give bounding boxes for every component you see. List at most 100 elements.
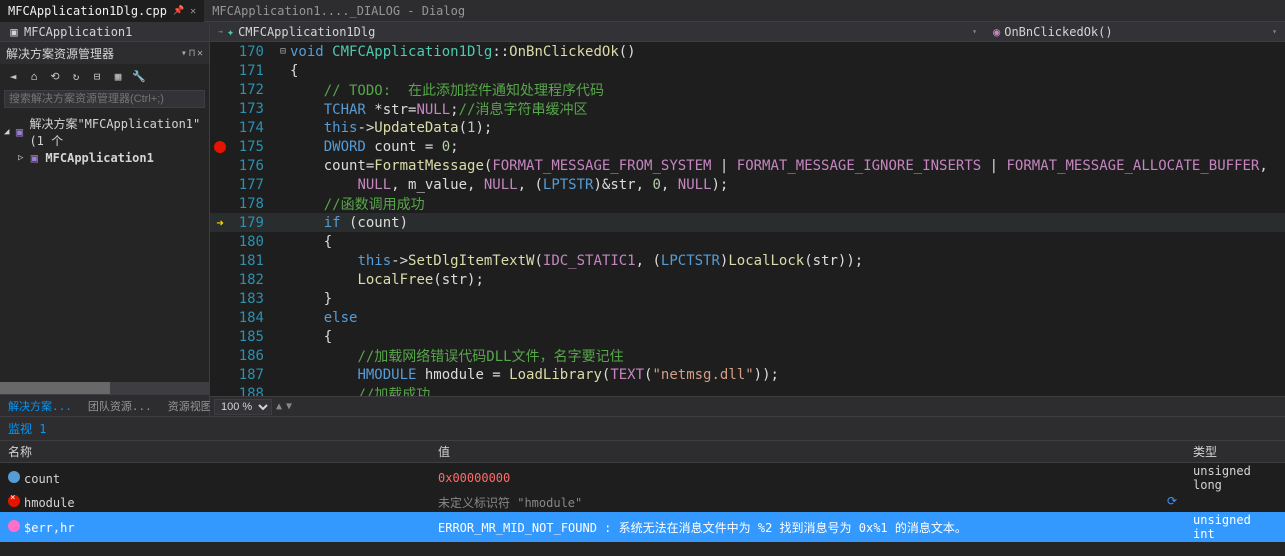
breakpoint-gutter[interactable] — [210, 141, 230, 153]
nav-function[interactable]: ◉ OnBnClickedOk() ▾ — [985, 25, 1285, 39]
zoom-select[interactable]: 100 % — [214, 399, 272, 415]
watch-row[interactable]: hmodule未定义标识符 "hmodule"⟳ — [0, 493, 1285, 512]
line-number: 170 — [230, 44, 270, 60]
code-text[interactable]: DWORD count = 0; — [290, 139, 1285, 155]
fold-toggle[interactable]: ⊟ — [276, 46, 290, 57]
code-text[interactable]: HMODULE hmodule = LoadLibrary(TEXT("netm… — [290, 367, 1285, 383]
line-number: 183 — [230, 291, 270, 307]
solution-icon: ▣ — [13, 125, 25, 139]
code-text[interactable]: this->UpdateData(1); — [290, 120, 1285, 136]
nav-up-icon[interactable]: ▲ — [276, 401, 282, 412]
tab-dialog-designer[interactable]: MFCApplication1...._DIALOG - Dialog — [204, 0, 473, 22]
refresh-icon[interactable]: ⟳ — [1167, 519, 1177, 533]
code-text[interactable]: if (count) — [290, 215, 1285, 231]
current-line-icon: ➜ — [216, 216, 223, 230]
chevron-down-icon[interactable]: ▾ — [972, 27, 977, 36]
code-line[interactable]: 181 this->SetDlgItemTextW(IDC_STATIC1, (… — [210, 251, 1285, 270]
code-text[interactable]: { — [290, 329, 1285, 345]
line-number: 175 — [230, 139, 270, 155]
collapse-button[interactable]: ⊟ — [88, 67, 106, 85]
close-icon[interactable]: ✕ — [197, 48, 203, 59]
solution-node[interactable]: ◢ ▣ 解决方案"MFCApplication1"(1 个 — [0, 114, 209, 150]
chevron-down-icon[interactable]: ▾ — [1272, 27, 1277, 36]
code-text[interactable]: else — [290, 310, 1285, 326]
line-number: 188 — [230, 386, 270, 397]
toolbar: ◄ ⌂ ⟲ ↻ ⊟ ▦ 🔧 — [0, 64, 209, 88]
dropdown-icon[interactable]: ▾ — [181, 48, 187, 59]
home-button[interactable]: ⌂ — [25, 67, 43, 85]
col-name[interactable]: 名称 — [0, 441, 430, 463]
code-line[interactable]: 178 //函数调用成功 — [210, 194, 1285, 213]
line-number: 171 — [230, 63, 270, 79]
code-text[interactable]: void CMFCApplication1Dlg::OnBnClickedOk(… — [290, 44, 1285, 60]
code-line[interactable]: 183 } — [210, 289, 1285, 308]
col-type[interactable]: 类型 — [1185, 441, 1285, 463]
code-line[interactable]: 186 //加载网络错误代码DLL文件，名字要记住 — [210, 346, 1285, 365]
breakpoint-icon[interactable] — [214, 141, 226, 153]
search-input[interactable] — [4, 90, 205, 108]
watch-row[interactable]: $err,hrERROR_MR_MID_NOT_FOUND : 系统无法在消息文… — [0, 512, 1285, 542]
sync-button[interactable]: ⟲ — [46, 67, 64, 85]
code-text[interactable]: { — [290, 234, 1285, 250]
code-line[interactable]: 172 // TODO: 在此添加控件通知处理程序代码 — [210, 80, 1285, 99]
breakpoint-gutter[interactable]: ➜ — [210, 216, 230, 230]
code-line[interactable]: ➜ 179 if (count) — [210, 213, 1285, 232]
project-icon: ▣ — [27, 151, 41, 165]
back-button[interactable]: ◄ — [4, 67, 22, 85]
project-node[interactable]: ▷ ▣ MFCApplication1 — [0, 150, 209, 166]
code-text[interactable]: //加载成功 — [290, 384, 1285, 397]
tab-label: MFCApplication1...._DIALOG - Dialog — [212, 4, 465, 18]
code-line[interactable]: 177 NULL, m_value, NULL, (LPTSTR)&str, 0… — [210, 175, 1285, 194]
code-text[interactable]: { — [290, 63, 1285, 79]
code-line[interactable]: 170 ⊟void CMFCApplication1Dlg::OnBnClicke… — [210, 42, 1285, 61]
code-line[interactable]: 185 { — [210, 327, 1285, 346]
code-text[interactable]: //函数调用成功 — [290, 194, 1285, 214]
code-line[interactable]: 182 LocalFree(str); — [210, 270, 1285, 289]
nav-class[interactable]: → ✦ CMFCApplication1Dlg ▾ — [210, 25, 985, 39]
code-text[interactable]: NULL, m_value, NULL, (LPTSTR)&str, 0, NU… — [290, 177, 1285, 193]
pin-icon[interactable]: ⊓ — [189, 48, 195, 59]
line-number: 186 — [230, 348, 270, 364]
properties-button[interactable]: 🔧 — [130, 67, 148, 85]
show-all-button[interactable]: ▦ — [109, 67, 127, 85]
code-line[interactable]: 180 { — [210, 232, 1285, 251]
refresh-button[interactable]: ↻ — [67, 67, 85, 85]
tab-team-explorer[interactable]: 团队资源... — [80, 398, 160, 414]
code-text[interactable]: } — [290, 291, 1285, 307]
code-text[interactable]: this->SetDlgItemTextW(IDC_STATIC1, (LPCT… — [290, 253, 1285, 269]
line-number: 173 — [230, 101, 270, 117]
watch-row[interactable]: count0x00000000unsigned long — [0, 463, 1285, 494]
code-line[interactable]: 175 DWORD count = 0; — [210, 137, 1285, 156]
code-text[interactable]: count=FormatMessage(FORMAT_MESSAGE_FROM_… — [290, 158, 1285, 174]
pin-icon[interactable]: 📌 — [173, 6, 184, 16]
code-line[interactable]: 173 TCHAR *str=NULL;//消息字符串缓冲区 — [210, 99, 1285, 118]
line-number: 180 — [230, 234, 270, 250]
code-line[interactable]: 171 { — [210, 61, 1285, 80]
code-line[interactable]: 187 HMODULE hmodule = LoadLibrary(TEXT("… — [210, 365, 1285, 384]
code-line[interactable]: 176 count=FormatMessage(FORMAT_MESSAGE_F… — [210, 156, 1285, 175]
close-icon[interactable]: ✕ — [190, 6, 196, 17]
watch-title[interactable]: 监视 1 — [0, 417, 1285, 440]
code-line[interactable]: 174 this->UpdateData(1); — [210, 118, 1285, 137]
nav-scope[interactable]: ▣ MFCApplication1 — [0, 25, 210, 39]
expand-icon[interactable]: ◢ — [4, 127, 9, 137]
tab-source-file[interactable]: MFCApplication1Dlg.cpp 📌 ✕ — [0, 0, 204, 22]
code-text[interactable]: TCHAR *str=NULL;//消息字符串缓冲区 — [290, 99, 1285, 119]
tab-solution-explorer[interactable]: 解决方案... — [0, 398, 80, 414]
code-text[interactable]: // TODO: 在此添加控件通知处理程序代码 — [290, 80, 1285, 100]
line-number: 182 — [230, 272, 270, 288]
code-viewport[interactable]: 170 ⊟void CMFCApplication1Dlg::OnBnClicke… — [210, 42, 1285, 396]
refresh-icon[interactable]: ⟳ — [1167, 494, 1177, 508]
code-text[interactable]: LocalFree(str); — [290, 272, 1285, 288]
line-number: 179 — [230, 215, 270, 231]
code-line[interactable]: 184 else — [210, 308, 1285, 327]
expand-icon[interactable]: ▷ — [18, 153, 23, 163]
watch-panel: 监视 1 名称 值 类型 count0x00000000unsigned lon… — [0, 416, 1285, 556]
nav-down-icon[interactable]: ▼ — [286, 401, 292, 412]
code-text[interactable]: //加载网络错误代码DLL文件，名字要记住 — [290, 346, 1285, 366]
panel-header: 解决方案资源管理器 ▾ ⊓ ✕ — [0, 42, 209, 64]
code-line[interactable]: 188 //加载成功 — [210, 384, 1285, 396]
scrollbar-horizontal[interactable] — [0, 382, 209, 394]
line-number: 185 — [230, 329, 270, 345]
col-value[interactable]: 值 — [430, 441, 1185, 463]
